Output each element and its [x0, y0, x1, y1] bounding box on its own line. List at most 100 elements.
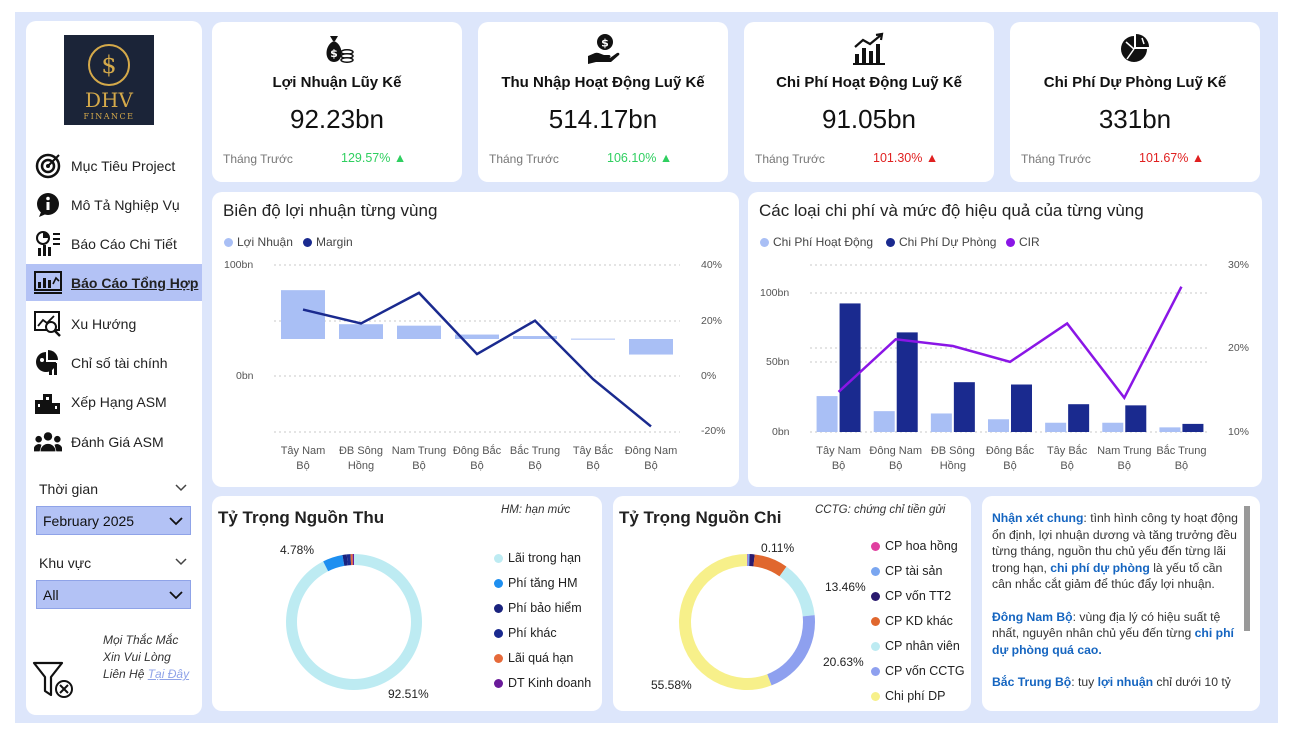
legend-item[interactable]: Phí tăng HM: [494, 576, 577, 590]
legend-swatch: [871, 666, 880, 676]
arrow-up-icon: ▲: [659, 151, 673, 165]
bar: [988, 419, 1009, 432]
clear-filter-icon[interactable]: [32, 661, 76, 701]
legend-swatch: [494, 603, 503, 613]
kpi-change-value: 106.10%: [607, 151, 657, 165]
chevron-down-icon[interactable]: [174, 481, 188, 495]
bar: [1102, 422, 1124, 432]
pie-chart-icon: [1121, 34, 1149, 62]
contact-line: Liên Hệ: [103, 667, 145, 681]
data-label: 4.78%: [280, 543, 315, 557]
cost-efficiency-chart: [810, 264, 1210, 433]
chevron-down-icon: [169, 591, 183, 600]
kpi-prev-label: Tháng Trước: [1021, 152, 1091, 166]
legend-item[interactable]: Chi phí DP: [871, 689, 945, 703]
contact-line: Mọi Thắc Mắc: [103, 633, 179, 647]
nav-xu-huong[interactable]: Xu Hướng: [26, 305, 202, 342]
nav-mo-ta-nghiep-vu[interactable]: Mô Tả Nghiệp Vụ: [26, 186, 202, 223]
legend-swatch: [494, 553, 503, 563]
bar: [896, 332, 918, 432]
time-filter-value: February 2025: [43, 512, 135, 529]
bar: [1011, 384, 1032, 432]
commentary-text: Nhận xét chung: tình hình công ty hoạt đ…: [992, 510, 1244, 691]
legend-label: CP vốn CCTG: [885, 664, 965, 678]
x-axis-tick: Đông Nam Bộ: [624, 445, 678, 472]
kpi-card-chi-phi-du-phong: Chi Phí Dự Phòng Luỹ Kế 331bn Tháng Trướ…: [1010, 22, 1260, 182]
kpi-card-loi-nhuan: $ Lợi Nhuận Lũy Kế 92.23bn Tháng Trước 1…: [212, 22, 462, 182]
target-icon: [34, 152, 62, 180]
legend-swatch: [871, 691, 880, 701]
data-label: 0.11%: [761, 541, 795, 555]
revenue-share-card: Tỷ Trọng Nguồn Thu HM: hạn mức 4.78% 92.…: [212, 496, 602, 711]
x-axis-tick: Tây Nam Bộ: [280, 445, 326, 472]
bar: [1068, 404, 1090, 432]
kpi-value: 331bn: [1098, 104, 1172, 134]
nav-bao-cao-chi-tiet[interactable]: Báo Cáo Chi Tiết: [26, 225, 202, 262]
bar: [953, 382, 975, 432]
region-filter-select[interactable]: All: [36, 580, 191, 609]
legend-item[interactable]: Lãi trong hạn: [494, 551, 581, 565]
time-filter-select[interactable]: February 2025: [36, 506, 191, 535]
legend-swatch: [494, 678, 503, 688]
legend-item[interactable]: CP tài sản: [871, 564, 942, 578]
nav-label: Chỉ số tài chính: [71, 354, 168, 371]
legend-item[interactable]: CP vốn TT2: [871, 589, 951, 603]
kpi-change: 129.57% ▲: [341, 151, 406, 165]
scrollbar-thumb[interactable]: [1244, 506, 1250, 631]
kpi-title: Lợi Nhuận Lũy Kế: [272, 74, 402, 91]
legend-swatch: [871, 541, 880, 551]
comment-heading: Nhận xét chung: [992, 511, 1084, 525]
bar: [1182, 423, 1204, 432]
legend-item[interactable]: CP nhân viên: [871, 639, 960, 653]
chevron-down-icon[interactable]: [174, 555, 188, 569]
time-filter-label: Thời gian: [39, 481, 98, 497]
legend-swatch: [871, 591, 880, 601]
arrow-up-icon: ▲: [393, 151, 407, 165]
legend-swatch: [871, 641, 880, 651]
contact-link[interactable]: Tại Đây: [148, 667, 189, 681]
nav-label: Xu Hướng: [71, 315, 137, 332]
bar: [571, 338, 615, 340]
legend-label: Lãi trong hạn: [508, 551, 581, 565]
nav-bao-cao-tong-hop[interactable]: Báo Cáo Tổng Hợp: [26, 264, 202, 301]
bar: [873, 411, 895, 432]
legend-item[interactable]: DT Kinh doanh: [494, 676, 591, 690]
expense-share-card: Tỷ Trọng Nguồn Chi CCTG: chứng chỉ tiền …: [613, 496, 971, 711]
legend-label: CP vốn TT2: [885, 589, 952, 603]
commentary-panel: Nhận xét chung: tình hình công ty hoạt đ…: [982, 496, 1260, 711]
nav-muc-tieu-project[interactable]: Mục Tiêu Project: [26, 147, 202, 184]
legend-item[interactable]: CP KD khác: [871, 614, 953, 628]
legend-item[interactable]: Phí bảo hiểm: [494, 601, 582, 615]
x-axis-tick: Tây Bắc Bộ: [572, 445, 614, 472]
nav-danh-gia-asm[interactable]: Đánh Giá ASM: [26, 423, 202, 460]
kpi-prev-label: Tháng Trước: [489, 152, 559, 166]
info-icon: [34, 191, 62, 219]
bar: [339, 324, 383, 339]
x-axis-tick: Nam Trung Bộ: [391, 445, 447, 472]
x-axis-tick: Bắc Trung Bộ: [509, 445, 561, 472]
data-label: 20.63%: [823, 655, 864, 669]
legend-item[interactable]: Lãi quá hạn: [494, 651, 573, 665]
cost-efficiency-chart-card: Các loại chi phí và mức độ hiệu quả của …: [748, 192, 1262, 487]
logo-symbol: $: [101, 51, 116, 79]
x-axis-tick: ĐB Sông Hồng: [930, 445, 975, 472]
x-axis-tick: Đông Nam Bộ: [869, 445, 922, 472]
legend-label: Phí bảo hiểm: [508, 601, 582, 615]
arrow-up-icon: ▲: [925, 151, 939, 165]
nav-xep-hang-asm[interactable]: Xếp Hạng ASM: [26, 383, 202, 420]
kpi-value: 91.05bn: [822, 104, 916, 134]
legend-item[interactable]: CP hoa hồng: [871, 539, 958, 553]
nav-chi-so-tai-chinh[interactable]: Chỉ số tài chính: [26, 344, 202, 381]
kpi-change: 101.30% ▲: [873, 151, 938, 165]
bar: [1125, 405, 1147, 432]
kpi-title: Thu Nhập Hoạt Động Luỹ Kế: [501, 74, 705, 91]
x-axis-tick: Tây Bắc Bộ: [1046, 445, 1088, 472]
legend-item[interactable]: CP vốn CCTG: [871, 664, 965, 678]
svg-text:$: $: [330, 47, 338, 60]
money-bag-icon: $: [326, 36, 354, 63]
legend-label: CP hoa hồng: [885, 539, 958, 553]
kpi-prev-label: Tháng Trước: [755, 152, 825, 166]
legend-item[interactable]: Phí khác: [494, 626, 557, 640]
comment-text: chỉ dưới 10 tỷ: [1153, 675, 1231, 689]
kpi-change-value: 129.57%: [341, 151, 391, 165]
